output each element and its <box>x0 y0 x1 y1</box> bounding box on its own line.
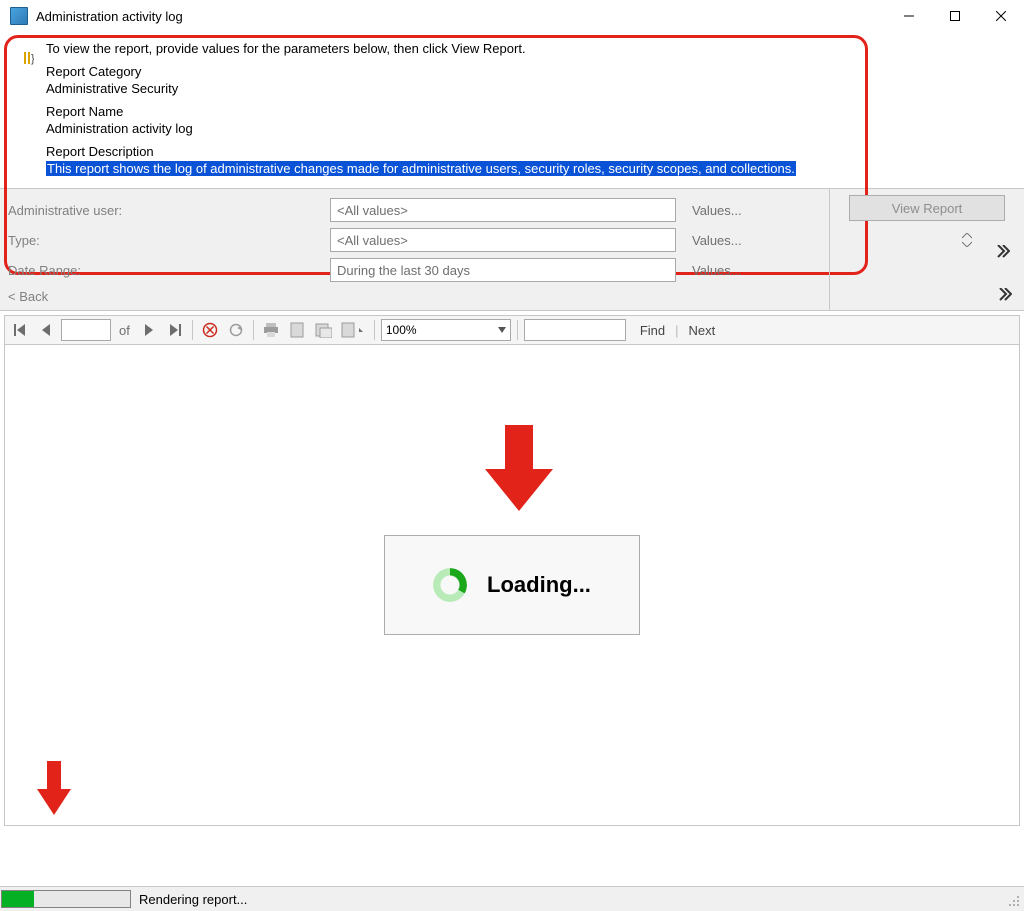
stop-icon[interactable] <box>199 319 221 341</box>
spinner-icon <box>433 568 467 602</box>
view-report-button[interactable]: View Report <box>849 195 1005 221</box>
param-values-link-admin-user[interactable]: Values... <box>692 203 742 218</box>
title-bar: Administration activity log <box>0 0 1024 33</box>
instruction-text: To view the report, provide values for t… <box>46 41 1012 56</box>
report-description-label: Report Description <box>46 144 1012 159</box>
status-text: Rendering report... <box>139 892 247 907</box>
find-input[interactable] <box>524 319 626 341</box>
export-icon[interactable] <box>338 319 368 341</box>
last-page-icon[interactable] <box>164 319 186 341</box>
svg-text:}: } <box>31 53 34 65</box>
loading-text: Loading... <box>487 572 591 598</box>
resize-grip-icon[interactable] <box>1008 895 1020 907</box>
page-of-label: of <box>119 323 130 338</box>
find-button[interactable]: Find <box>640 323 665 338</box>
report-info-panel: } To view the report, provide values for… <box>0 33 1024 188</box>
parameters-panel: Administrative user: <All values> Values… <box>0 188 1024 311</box>
prev-page-icon[interactable] <box>35 319 57 341</box>
param-label-type: Type: <box>8 233 330 248</box>
param-input-date-range[interactable]: During the last 30 days <box>330 258 676 282</box>
param-label-date-range: Date Range: <box>8 263 330 278</box>
report-category-label: Report Category <box>46 64 1012 79</box>
loading-dialog: Loading... <box>384 535 640 635</box>
find-next-button[interactable]: Next <box>689 323 716 338</box>
minimize-button[interactable] <box>886 1 932 31</box>
param-values-link-date-range[interactable]: Values... <box>692 263 742 278</box>
report-name-value: Administration activity log <box>46 121 1012 136</box>
collapse-params-icon[interactable] <box>998 288 1012 302</box>
page-setup-icon[interactable] <box>312 319 334 341</box>
param-values-link-type[interactable]: Values... <box>692 233 742 248</box>
page-number-input[interactable] <box>61 319 111 341</box>
param-input-type[interactable]: <All values> <box>330 228 676 252</box>
maximize-button[interactable] <box>932 1 978 31</box>
annotation-arrow-loading <box>485 425 553 513</box>
close-button[interactable] <box>978 1 1024 31</box>
annotation-arrow-status <box>37 761 71 817</box>
report-toolbar: of 100% Find | Next <box>4 315 1020 345</box>
param-label-admin-user: Administrative user: <box>8 203 330 218</box>
app-icon <box>10 7 28 25</box>
progress-bar <box>1 890 131 908</box>
report-category-value: Administrative Security <box>46 81 1012 96</box>
back-link[interactable]: < Back <box>8 289 48 304</box>
next-page-icon[interactable] <box>138 319 160 341</box>
report-name-label: Report Name <box>46 104 1012 119</box>
print-icon[interactable] <box>260 319 282 341</box>
status-bar: Rendering report... <box>0 886 1024 911</box>
print-layout-icon[interactable] <box>286 319 308 341</box>
report-viewer: Loading... <box>4 345 1020 826</box>
refresh-icon[interactable] <box>225 319 247 341</box>
first-page-icon[interactable] <box>9 319 31 341</box>
report-description-value: This report shows the log of administrat… <box>46 161 1012 176</box>
info-icon: } <box>20 51 34 65</box>
window-title: Administration activity log <box>36 9 183 24</box>
zoom-select[interactable]: 100% <box>381 319 511 341</box>
param-input-admin-user[interactable]: <All values> <box>330 198 676 222</box>
